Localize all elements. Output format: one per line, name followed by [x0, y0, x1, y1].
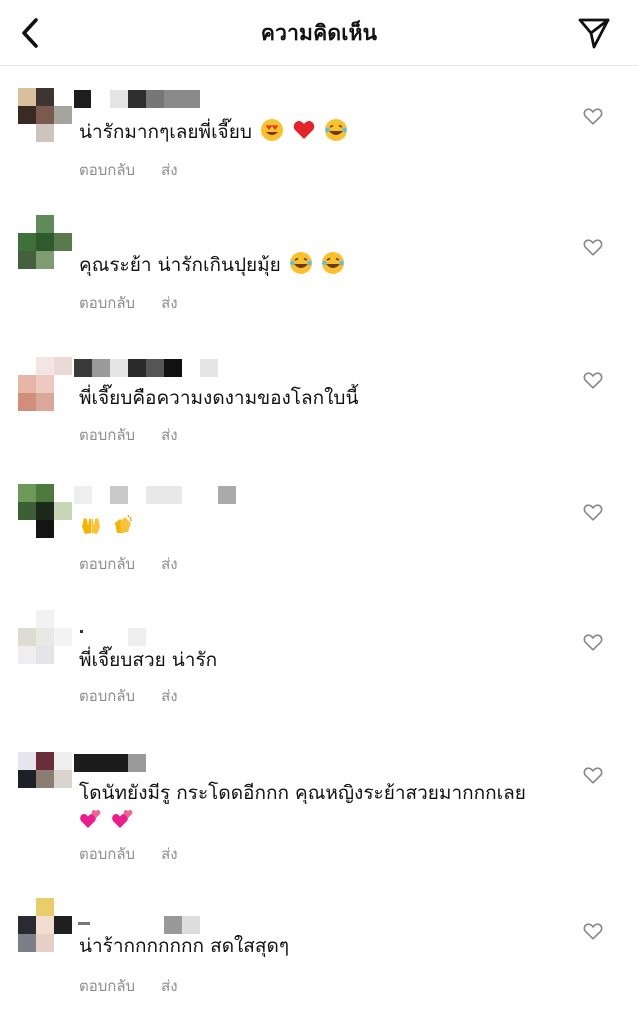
- laugh-tears-emoji-icon: [289, 252, 312, 274]
- reply-button[interactable]: ตอบกลับ: [79, 426, 135, 444]
- heart-eyes-emoji-icon: [260, 119, 283, 141]
- send-button[interactable]: ส่ง: [161, 426, 177, 444]
- heart-icon[interactable]: [582, 631, 604, 653]
- comment-actions: ตอบกลับ ส่ง: [79, 158, 204, 182]
- raising-hands-emoji-icon: [82, 518, 100, 534]
- send-button[interactable]: ส่ง: [161, 687, 177, 705]
- username-blurred[interactable]: [74, 90, 224, 108]
- comment-text: คุณระย้า น่ารักเกินปุยมุ้ย: [79, 251, 559, 279]
- clapping-hands-emoji-icon: [115, 514, 133, 533]
- username-blurred[interactable]: [74, 916, 224, 934]
- send-button[interactable]: ส่ง: [161, 977, 177, 995]
- username-blurred[interactable]: [74, 359, 224, 377]
- laugh-tears-emoji-icon: [325, 119, 348, 141]
- heart-icon[interactable]: [582, 105, 604, 127]
- avatar[interactable]: [18, 752, 72, 804]
- reply-button[interactable]: ตอบกลับ: [79, 555, 135, 573]
- reply-button[interactable]: ตอบกลับ: [79, 845, 135, 863]
- comment-actions: ตอบกลับ ส่ง: [79, 423, 204, 447]
- reply-button[interactable]: ตอบกลับ: [79, 977, 135, 995]
- send-button[interactable]: ส่ง: [161, 555, 177, 573]
- avatar[interactable]: [18, 357, 72, 411]
- heart-icon[interactable]: [582, 920, 604, 942]
- send-button[interactable]: ส่ง: [161, 161, 177, 179]
- username-blurred[interactable]: [74, 628, 224, 646]
- heart-icon[interactable]: [582, 369, 604, 391]
- heart-icon[interactable]: [582, 764, 604, 786]
- avatar[interactable]: [18, 610, 72, 664]
- comment-actions: ตอบกลับ ส่ง: [79, 842, 204, 866]
- reply-button[interactable]: ตอบกลับ: [79, 687, 135, 705]
- avatar[interactable]: [18, 215, 72, 269]
- red-heart-emoji-icon: [293, 121, 315, 139]
- heart-icon[interactable]: [582, 501, 604, 523]
- send-button[interactable]: ส่ง: [161, 845, 177, 863]
- reply-button[interactable]: ตอบกลับ: [79, 161, 135, 179]
- comment-actions: ตอบกลับ ส่ง: [79, 552, 204, 576]
- laugh-tears-emoji-icon: [321, 252, 344, 274]
- two-hearts-emoji-icon: [80, 810, 101, 828]
- comment-text: น่าร้ากกกกกกก สดใสสุดๆ: [79, 935, 290, 957]
- paper-plane-icon: [578, 18, 610, 49]
- reply-button[interactable]: ตอบกลับ: [79, 294, 135, 312]
- heart-icon[interactable]: [582, 236, 604, 258]
- comment-actions: ตอบกลับ ส่ง: [79, 291, 204, 315]
- avatar[interactable]: [18, 484, 72, 538]
- comment-text: น่ารักมากๆเลยพี่เจี๊ยบ: [79, 118, 559, 146]
- avatar[interactable]: [18, 898, 72, 952]
- comment-text: พี่เจี๊ยบคือความงดงามของโลกใบนี้: [79, 387, 359, 409]
- top-bar: ความคิดเห็น: [0, 0, 638, 66]
- two-hearts-emoji-icon: [112, 810, 133, 828]
- comment-text: [79, 513, 559, 541]
- comment-actions: ตอบกลับ ส่ง: [79, 974, 204, 998]
- avatar[interactable]: [18, 88, 72, 142]
- username-blurred[interactable]: [74, 486, 236, 504]
- comment-text: พี่เจี๊ยบสวย น่ารัก: [79, 649, 218, 671]
- send-button[interactable]: ส่ง: [161, 294, 177, 312]
- page-title: ความคิดเห็น: [260, 21, 378, 45]
- share-button[interactable]: [576, 15, 612, 51]
- comment-text: โดนัทยังมีรู กระโดดอีกกก คุณหญิงระย้าสวย…: [79, 780, 559, 835]
- comment-actions: ตอบกลับ ส่ง: [79, 684, 204, 708]
- username-blurred[interactable]: [74, 754, 224, 772]
